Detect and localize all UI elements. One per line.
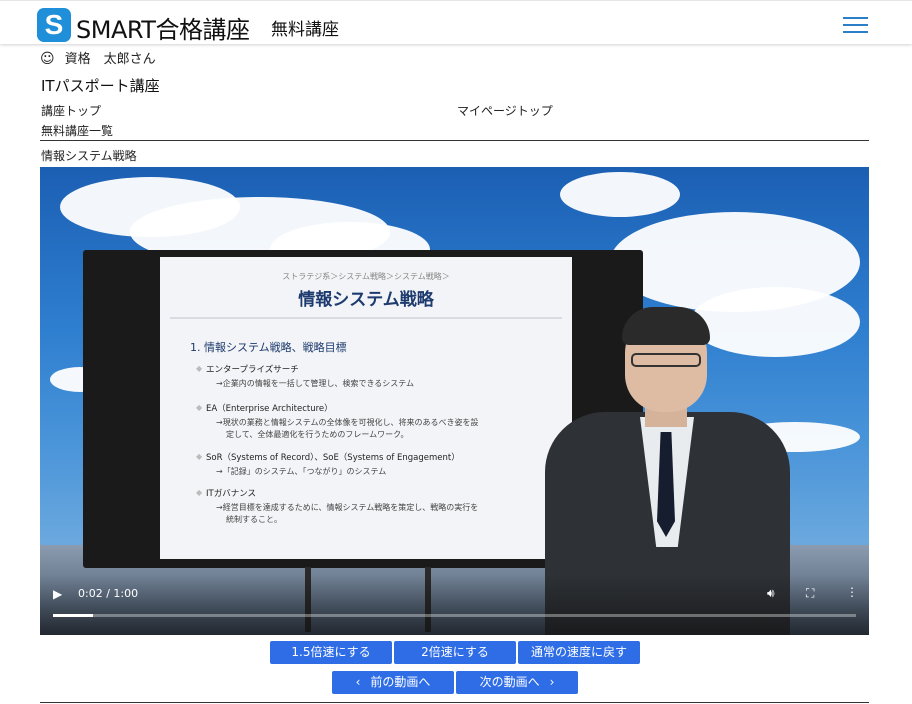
bullet-icon: ◆	[196, 488, 203, 497]
logo-icon[interactable]: S	[37, 8, 71, 42]
brand-name[interactable]: SMART合格講座	[76, 10, 250, 45]
divider	[40, 702, 869, 703]
bullet-icon: ◆	[196, 403, 203, 412]
user-greeting-row: ☺ 資格 太郎さん	[40, 48, 156, 67]
slide-item: ITガバナンス	[206, 489, 257, 499]
bullet-icon: ◆	[196, 452, 203, 461]
slide-item: SoR（Systems of Record）、SoE（Systems of En…	[206, 453, 460, 463]
slide-item-desc: →現状の業務と情報システムの全体像を可視化し、将来のあるべき姿を設	[216, 418, 479, 427]
slide-heading: 1. 情報システム戦略、戦略目標	[190, 341, 347, 354]
slide-item-desc: 定して、全体最適化を行うためのフレームワーク。	[226, 430, 409, 439]
volume-icon[interactable]: 🔊︎	[767, 586, 775, 601]
slide-divider	[170, 317, 562, 319]
slide-item-desc: 統制すること。	[226, 515, 282, 524]
bullet-icon: ◆	[196, 364, 203, 373]
course-title: ITパスポート講座	[41, 77, 160, 95]
progress-fill	[53, 614, 94, 617]
course-top-link[interactable]: 講座トップ	[41, 102, 101, 119]
smile-icon: ☺	[40, 51, 55, 67]
presenter-glasses	[631, 353, 701, 367]
hamburger-icon[interactable]	[843, 15, 868, 35]
slide-item-desc: →企業内の情報を一括して管理し、検索できるシステム	[216, 379, 415, 388]
fullscreen-icon[interactable]: ⛶	[806, 586, 814, 601]
speed-2x-button[interactable]: 2倍速にする	[394, 641, 516, 664]
progress-bar[interactable]	[53, 614, 856, 617]
chevron-right-icon: ›	[549, 675, 555, 689]
presenter-hair	[622, 307, 710, 345]
speed-1-5x-button[interactable]: 1.5倍速にする	[270, 641, 392, 664]
lecture-slide: ストラテジ系＞システム戦略＞システム戦略＞ 情報システム戦略 1. 情報システム…	[160, 257, 572, 559]
slide-breadcrumb: ストラテジ系＞システム戦略＞システム戦略＞	[282, 272, 450, 281]
site-header: S SMART合格講座 無料講座	[0, 0, 912, 44]
next-video-button[interactable]: 次の動画へ ›	[456, 671, 578, 694]
video-player[interactable]: ストラテジ系＞システム戦略＞システム戦略＞ 情報システム戦略 1. 情報システム…	[40, 167, 869, 635]
slide-title: 情報システム戦略	[298, 290, 434, 310]
free-course-list-link[interactable]: 無料講座一覧	[41, 122, 113, 139]
slide-item-desc: →「記録」のシステム、「つながり」のシステム	[216, 467, 387, 476]
slide-item: EA（Enterprise Architecture）	[206, 404, 333, 414]
controls-overlay	[40, 575, 869, 635]
play-icon[interactable]: ▶	[53, 587, 67, 603]
more-options-icon[interactable]: ⋮	[846, 585, 858, 599]
user-name: 資格 太郎さん	[64, 52, 156, 67]
prev-video-button[interactable]: ‹ 前の動画へ	[332, 671, 454, 694]
slide-item: エンタープライズサーチ	[206, 365, 299, 375]
mypage-top-link[interactable]: マイページトップ	[457, 102, 553, 119]
section-name: 無料講座	[271, 20, 339, 40]
lesson-title: 情報システム戦略	[41, 149, 137, 163]
chevron-left-icon: ‹	[355, 675, 361, 689]
divider	[40, 140, 869, 141]
cloud	[560, 172, 680, 217]
time-display: 0:02 / 1:00	[78, 587, 139, 600]
slide-item-desc: →経営目標を達成するために、情報システム戦略を策定し、戦略の実行を	[216, 503, 479, 512]
speed-normal-button[interactable]: 通常の速度に戻す	[518, 641, 640, 664]
next-video-label: 次の動画へ	[479, 675, 540, 689]
prev-video-label: 前の動画へ	[370, 675, 431, 689]
